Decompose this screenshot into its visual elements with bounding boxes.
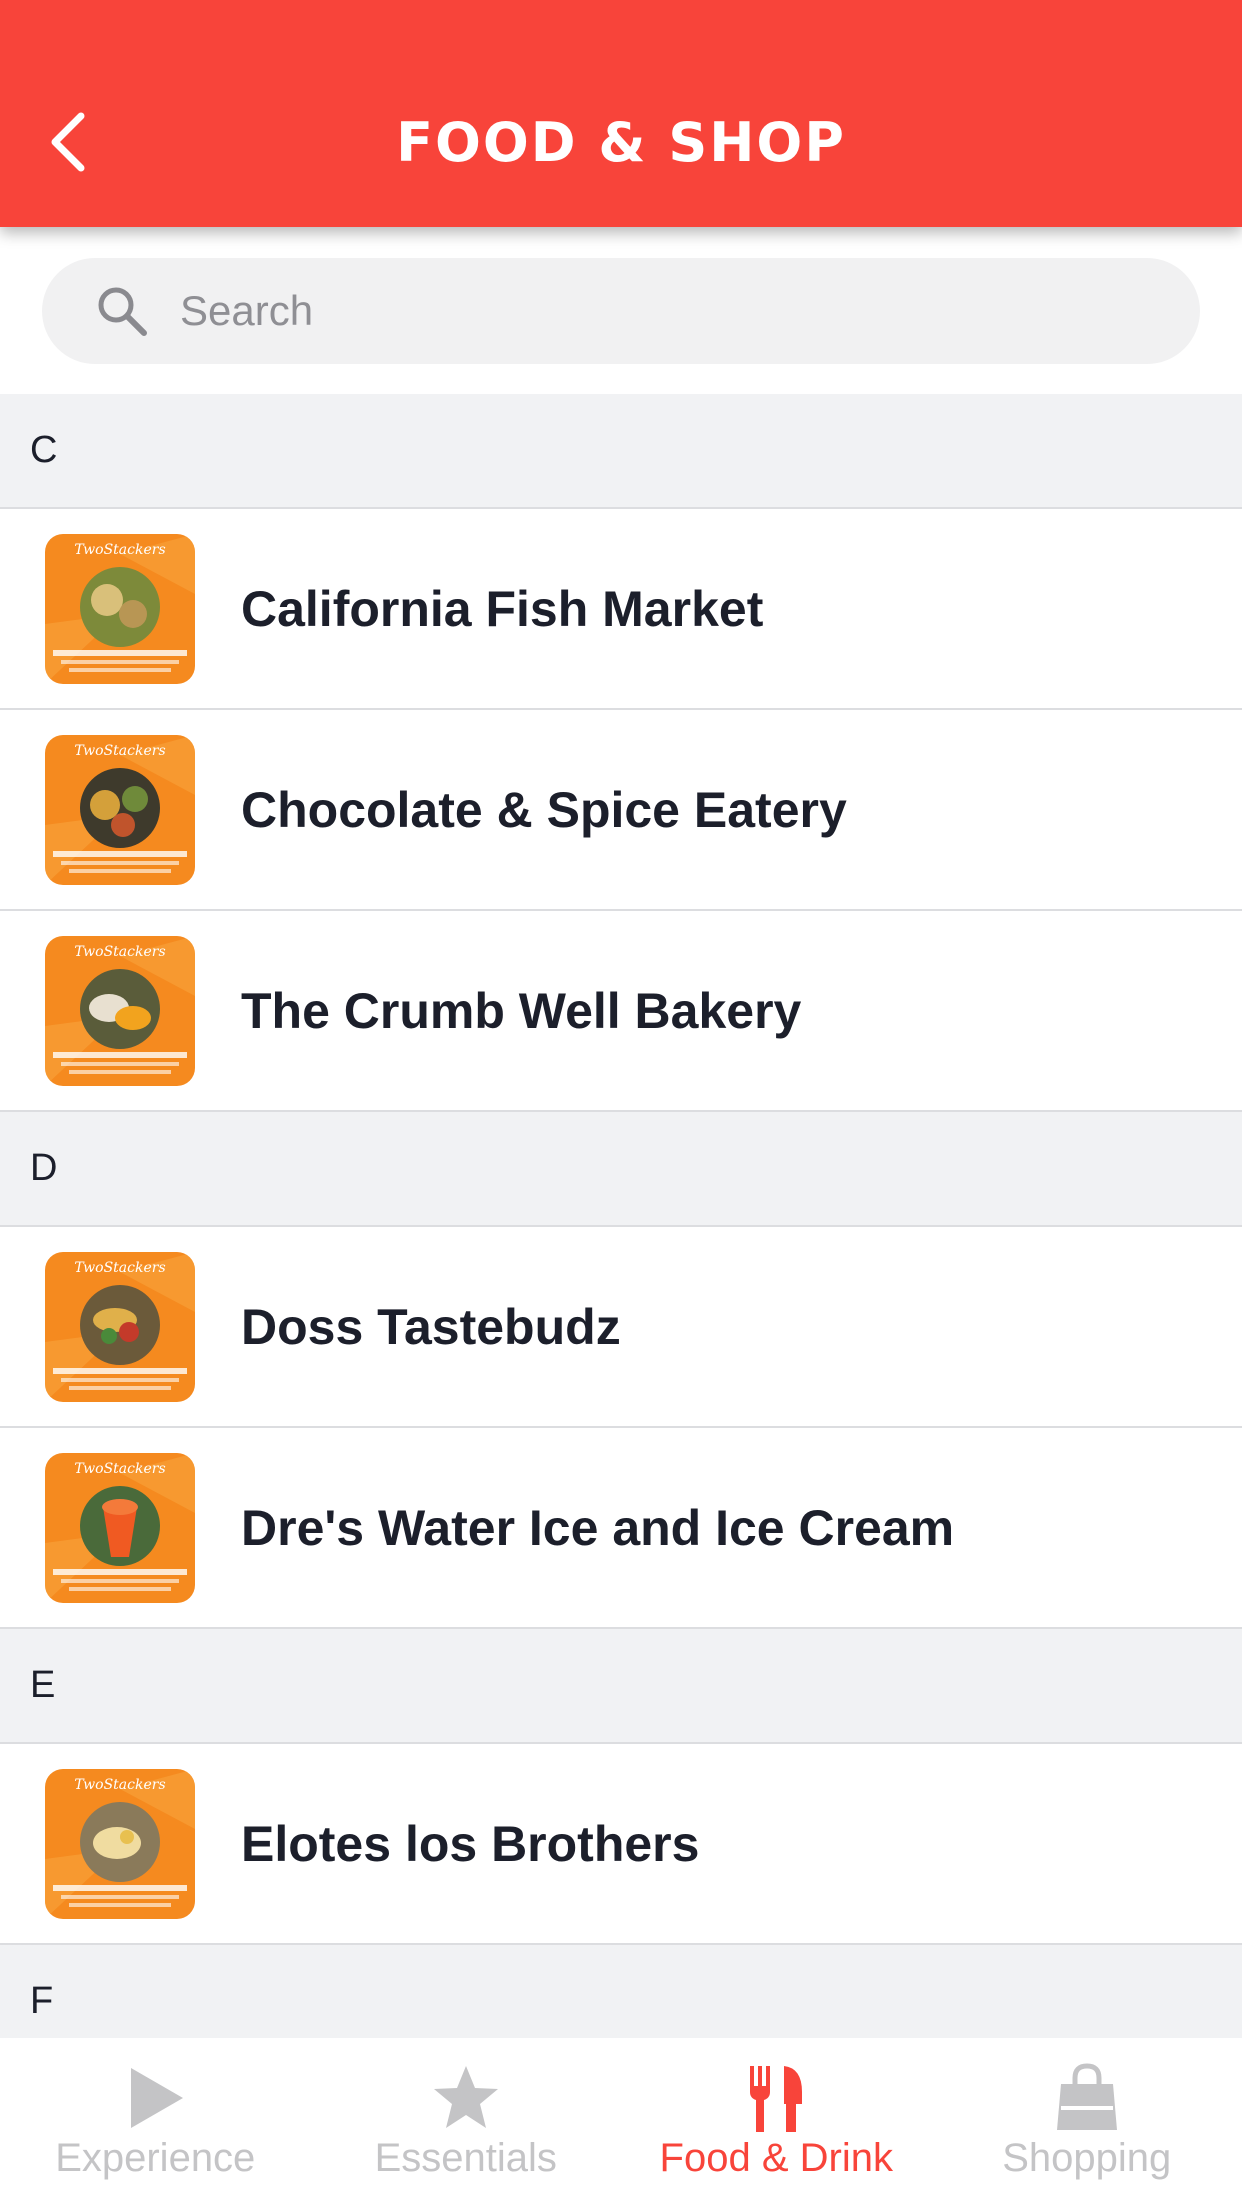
vendor-name: California Fish Market	[241, 580, 764, 637]
tab-label: Shopping	[1002, 2136, 1172, 2180]
vendor-list[interactable]: C TwoStackers California Fish Market Two…	[0, 394, 1242, 2060]
list-item[interactable]: TwoStackers Dre's Water Ice and Ice Crea…	[0, 1428, 1242, 1629]
play-icon	[131, 2068, 184, 2128]
svg-text:TwoStackers: TwoStackers	[74, 1777, 165, 1793]
list-item[interactable]: TwoStackers Chocolate & Spice Eatery	[0, 710, 1242, 911]
section-header-d: D	[0, 1112, 1242, 1227]
search-bar[interactable]	[42, 258, 1200, 364]
tab-label: Food & Drink	[659, 2136, 893, 2180]
vendor-thumbnail: TwoStackers	[45, 734, 195, 885]
search-icon	[98, 287, 147, 336]
svg-text:TwoStackers: TwoStackers	[74, 1260, 165, 1276]
svg-text:TwoStackers: TwoStackers	[74, 1461, 165, 1477]
tab-experience[interactable]: Experience	[0, 2038, 311, 2208]
tab-essentials[interactable]: Essentials	[311, 2038, 622, 2208]
section-header-c: C	[0, 394, 1242, 509]
app-header: FOOD & SHOP	[0, 0, 1242, 227]
svg-text:TwoStackers: TwoStackers	[74, 944, 165, 960]
svg-text:TwoStackers: TwoStackers	[74, 542, 165, 558]
search-bar-container	[0, 227, 1242, 394]
list-item[interactable]: TwoStackers The Crumb Well Bakery	[0, 911, 1242, 1112]
tab-label: Essentials	[374, 2136, 557, 2180]
vendor-thumbnail: TwoStackers	[45, 533, 195, 684]
vendor-thumbnail: TwoStackers	[45, 1452, 195, 1603]
list-item[interactable]: TwoStackers Elotes los Brothers	[0, 1744, 1242, 1945]
section-header-e: E	[0, 1629, 1242, 1744]
bottom-tab-bar: Experience Essentials Food & Drink Shopp…	[0, 2038, 1242, 2208]
star-icon	[433, 2066, 498, 2128]
vendor-thumbnail: TwoStackers	[45, 935, 195, 1086]
vendor-name: Chocolate & Spice Eatery	[241, 781, 847, 838]
vendor-name: Dre's Water Ice and Ice Cream	[241, 1499, 955, 1556]
search-input[interactable]	[180, 287, 1080, 335]
tab-food-drink[interactable]: Food & Drink	[621, 2038, 932, 2208]
vendor-thumbnail: TwoStackers	[45, 1251, 195, 1402]
tab-label: Experience	[55, 2136, 256, 2180]
page-title: FOOD & SHOP	[396, 111, 846, 174]
vendor-thumbnail: TwoStackers	[45, 1768, 195, 1919]
shopping-bag-icon	[1056, 2063, 1117, 2130]
svg-text:TwoStackers: TwoStackers	[74, 743, 165, 759]
vendor-name: Elotes los Brothers	[241, 1815, 700, 1872]
list-item[interactable]: TwoStackers California Fish Market	[0, 509, 1242, 710]
vendor-name: Doss Tastebudz	[241, 1298, 621, 1355]
list-item[interactable]: TwoStackers Doss Tastebudz	[0, 1227, 1242, 1428]
tab-shopping[interactable]: Shopping	[932, 2038, 1242, 2208]
vendor-name: The Crumb Well Bakery	[241, 982, 802, 1039]
fork-knife-icon	[750, 2066, 803, 2132]
